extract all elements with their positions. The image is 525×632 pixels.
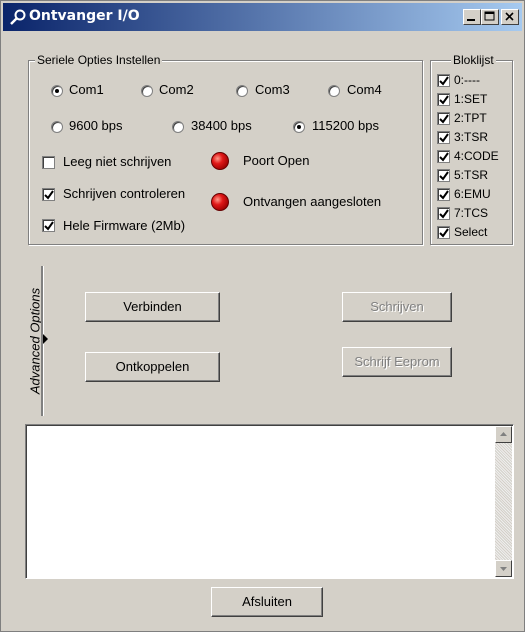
radio-115200[interactable] bbox=[293, 121, 305, 133]
radio-com1[interactable] bbox=[51, 85, 63, 97]
checkbox-hele-firmware[interactable] bbox=[42, 219, 55, 232]
scroll-up-button[interactable] bbox=[495, 426, 512, 443]
radio-com2[interactable] bbox=[141, 85, 153, 97]
radio-com2-label: Com2 bbox=[159, 82, 194, 97]
check-icon bbox=[44, 190, 54, 200]
minimize-button[interactable] bbox=[463, 9, 481, 25]
bloklijst-checkbox[interactable] bbox=[437, 93, 450, 106]
radio-38400-label: 38400 bps bbox=[191, 118, 252, 133]
bloklijst-checkbox[interactable] bbox=[437, 226, 450, 239]
bloklijst-item-label: 2:TPT bbox=[454, 111, 487, 125]
check-icon bbox=[439, 133, 449, 143]
write-eeprom-button[interactable]: Schrijf Eeprom bbox=[342, 347, 452, 377]
disconnect-button[interactable]: Ontkoppelen bbox=[85, 352, 220, 382]
radio-9600-label: 9600 bps bbox=[69, 118, 123, 133]
maximize-button[interactable] bbox=[481, 9, 499, 25]
check-icon bbox=[439, 190, 449, 200]
window-title: Ontvanger I/O bbox=[29, 8, 140, 24]
arrow-up-icon bbox=[500, 432, 507, 436]
bloklijst-checkbox[interactable] bbox=[437, 207, 450, 220]
radio-9600[interactable] bbox=[51, 121, 63, 133]
maximize-icon bbox=[484, 11, 495, 21]
serial-options-legend: Seriele Opties Instellen bbox=[35, 53, 163, 67]
close-icon bbox=[505, 12, 514, 21]
output-log-textarea[interactable] bbox=[25, 424, 514, 579]
bloklijst-item-label: 4:CODE bbox=[454, 149, 499, 163]
radio-com4-label: Com4 bbox=[347, 82, 382, 97]
bloklijst-item-label: 6:EMU bbox=[454, 187, 491, 201]
radio-com3[interactable] bbox=[236, 85, 248, 97]
checkbox-leeg-niet-schrijven-label: Leeg niet schrijven bbox=[63, 154, 172, 169]
connect-button[interactable]: Verbinden bbox=[85, 292, 220, 322]
bloklijst-legend: Bloklijst bbox=[451, 53, 496, 67]
radio-115200-label: 115200 bps bbox=[312, 118, 379, 133]
bloklijst-item-label: Select bbox=[454, 225, 488, 239]
bloklijst-checkbox[interactable] bbox=[437, 169, 450, 182]
radio-com1-label: Com1 bbox=[69, 82, 104, 97]
vertical-scrollbar[interactable] bbox=[495, 426, 512, 577]
radio-com3-label: Com3 bbox=[255, 82, 290, 97]
arrow-down-icon bbox=[500, 567, 507, 571]
checkbox-schrijven-controleren-label: Schrijven controleren bbox=[63, 186, 186, 201]
bloklijst-item-label: 0:---- bbox=[454, 73, 480, 87]
bloklijst-item-label: 5:TSR bbox=[454, 168, 489, 182]
write-button[interactable]: Schrijven bbox=[342, 292, 452, 322]
checkbox-leeg-niet-schrijven[interactable] bbox=[42, 156, 55, 169]
serial-options-group: Seriele Opties Instellen Com1 Com2 Com3 … bbox=[28, 53, 423, 245]
check-icon bbox=[439, 114, 449, 124]
check-icon bbox=[44, 221, 54, 231]
magnifier-icon bbox=[10, 9, 26, 25]
bloklijst-checkbox[interactable] bbox=[437, 112, 450, 125]
bloklijst-checkbox[interactable] bbox=[437, 150, 450, 163]
check-icon bbox=[439, 228, 449, 238]
poort-open-label: Poort Open bbox=[243, 153, 310, 168]
led-ontvangen-icon bbox=[211, 193, 229, 211]
afsluiten-button[interactable]: Afsluiten bbox=[211, 587, 323, 617]
led-poort-open-icon bbox=[211, 152, 229, 170]
check-icon bbox=[439, 152, 449, 162]
advanced-options-tab[interactable]: Advanced Options bbox=[21, 266, 48, 416]
checkbox-schrijven-controleren[interactable] bbox=[42, 188, 55, 201]
bloklijst-group: Bloklijst 0:---- 1:SET 2:TPT 3:TSR 4:COD… bbox=[430, 53, 513, 245]
expand-arrow-icon bbox=[43, 334, 48, 344]
radio-com4[interactable] bbox=[328, 85, 340, 97]
main-window: Ontvanger I/O Seriele Opties Instellen C… bbox=[0, 0, 525, 632]
bloklijst-checkbox[interactable] bbox=[437, 131, 450, 144]
radio-38400[interactable] bbox=[172, 121, 184, 133]
bloklijst-item-label: 3:TSR bbox=[454, 130, 489, 144]
bloklijst-checkbox[interactable] bbox=[437, 74, 450, 87]
minimize-icon bbox=[467, 19, 475, 21]
check-icon bbox=[439, 76, 449, 86]
bloklijst-checkbox[interactable] bbox=[437, 188, 450, 201]
check-icon bbox=[439, 209, 449, 219]
bloklijst-item-label: 1:SET bbox=[454, 92, 488, 106]
bloklijst-item-label: 7:TCS bbox=[454, 206, 489, 220]
check-icon bbox=[439, 171, 449, 181]
close-window-button[interactable] bbox=[501, 9, 519, 25]
ontvangen-aangesloten-label: Ontvangen aangesloten bbox=[243, 194, 382, 209]
scroll-down-button[interactable] bbox=[495, 560, 512, 577]
checkbox-hele-firmware-label: Hele Firmware (2Mb) bbox=[63, 218, 186, 233]
check-icon bbox=[439, 95, 449, 105]
title-bar[interactable]: Ontvanger I/O bbox=[3, 3, 522, 31]
